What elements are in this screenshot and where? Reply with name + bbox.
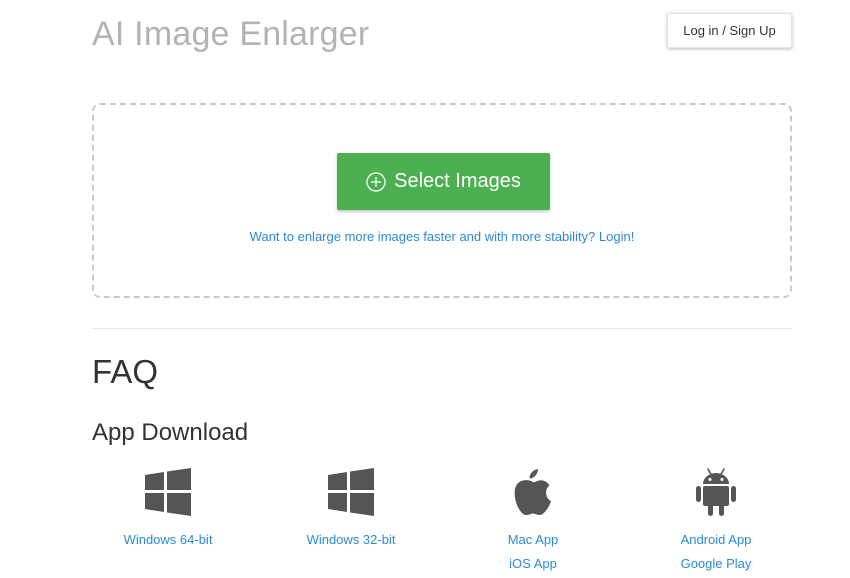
- mac-app-link[interactable]: Mac App: [453, 528, 613, 552]
- app-download-apple: Mac App iOS App: [453, 467, 613, 576]
- windows-64-bit-link[interactable]: Windows 64-bit: [88, 528, 248, 552]
- ios-app-link[interactable]: iOS App: [453, 552, 613, 576]
- select-images-button[interactable]: Select Images: [337, 153, 550, 210]
- app-download-windows-32: Windows 32-bit: [271, 467, 431, 552]
- android-app-link[interactable]: Android App: [636, 528, 796, 552]
- app-download-android: Android App Google Play: [636, 467, 796, 576]
- windows-icon: [328, 468, 374, 516]
- login-prompt-link[interactable]: Want to enlarge more images faster and w…: [94, 229, 790, 244]
- login-signup-button[interactable]: Log in / Sign Up: [667, 13, 792, 48]
- apple-icon: [514, 469, 551, 516]
- app-download-windows-64: Windows 64-bit: [88, 467, 248, 552]
- upload-drop-zone[interactable]: Select Images Want to enlarge more image…: [92, 103, 792, 298]
- app-download-heading: App Download: [92, 419, 249, 446]
- faq-heading: FAQ: [92, 353, 159, 390]
- site-title: AI Image Enlarger: [92, 15, 370, 53]
- select-images-label: Select Images: [394, 170, 521, 192]
- plus-circle-icon: [366, 171, 386, 192]
- windows-32-bit-link[interactable]: Windows 32-bit: [271, 528, 431, 552]
- android-icon: [696, 468, 736, 516]
- google-play-link[interactable]: Google Play: [636, 552, 796, 576]
- page: AI Image Enlarger Log in / Sign Up Selec…: [0, 0, 850, 578]
- windows-icon: [145, 468, 191, 516]
- section-divider: [92, 328, 792, 329]
